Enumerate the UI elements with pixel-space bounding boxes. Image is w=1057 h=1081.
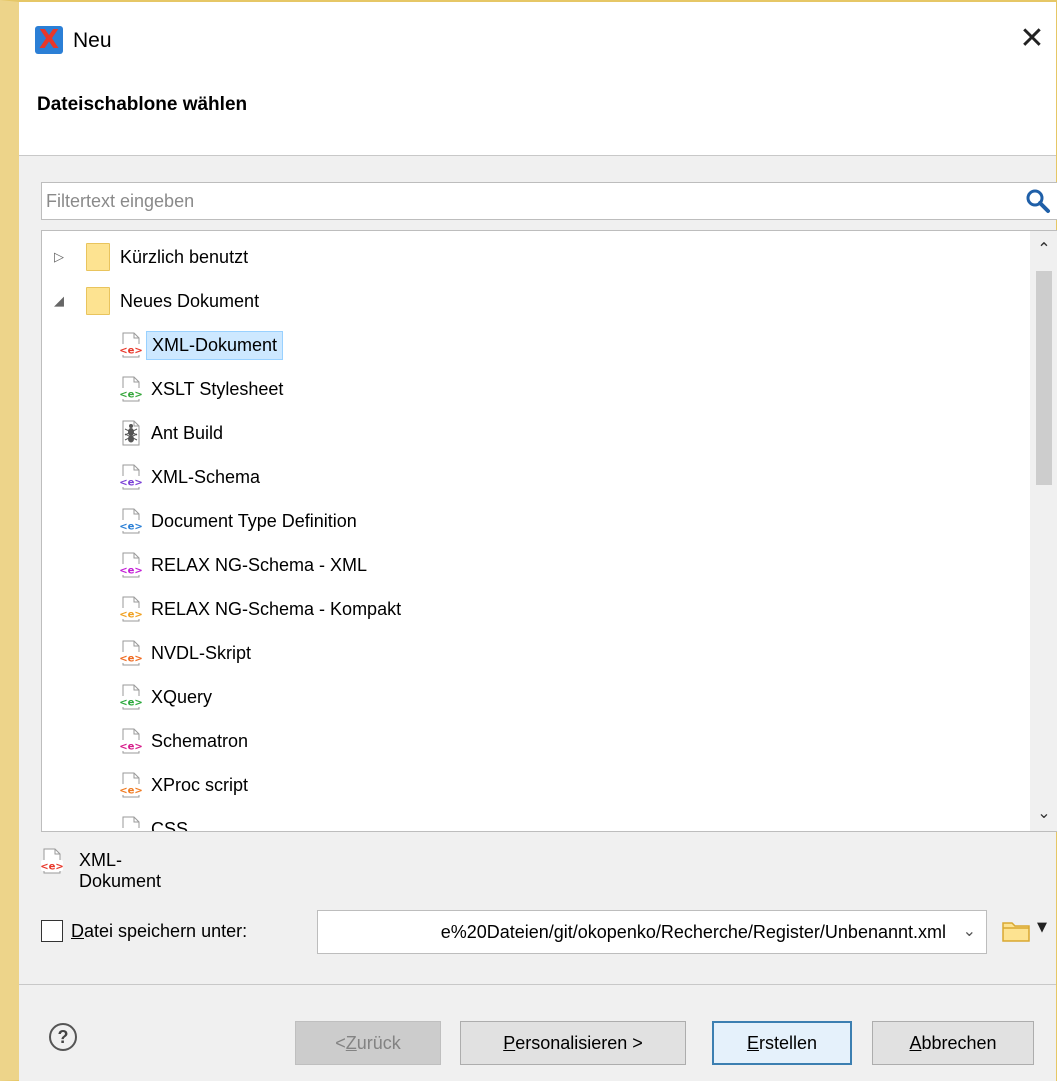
preview-label: XML-Dokument (79, 850, 162, 891)
svg-text:<e>: <e> (120, 566, 142, 577)
xquery-icon: <e> (120, 684, 142, 710)
tree-item-label: RELAX NG-Schema - XML (151, 554, 368, 575)
browse-dropdown-icon[interactable]: ▼ (1037, 920, 1047, 935)
save-path-value[interactable]: e%20Dateien/git/okopenko/Recherche/Regis… (441, 922, 946, 943)
svg-text:<e>: <e> (120, 346, 142, 357)
svg-text:<e>: <e> (120, 610, 142, 621)
help-icon[interactable]: ? (49, 1023, 77, 1051)
tree-item-label: XML-Schema (151, 466, 261, 487)
css-icon: <e> (120, 816, 142, 833)
tree-content: ▷ Kürzlich benutzt ◢ Neues Dokument <e> X… (42, 231, 1030, 831)
tree-item-label: XML-Dokument (146, 330, 284, 360)
save-as-label[interactable]: Datei speichern unter: (71, 921, 247, 942)
expand-arrow-icon[interactable]: ▷ (54, 250, 68, 265)
svg-text:<e>: <e> (120, 698, 142, 709)
dialog-footer: ? < Zurück Personalisieren > Erstellen A… (19, 984, 1056, 1081)
collapse-arrow-icon[interactable]: ◢ (54, 294, 68, 309)
page-title: Dateischablone wählen (37, 94, 248, 115)
svg-text:<e>: <e> (41, 862, 63, 873)
xml-schema-icon: <e> (120, 464, 142, 490)
svg-text:<e>: <e> (120, 522, 142, 533)
filter-box (41, 182, 1057, 220)
folder-label: Neues Dokument (120, 290, 260, 311)
tree-item-label: CSS (151, 818, 189, 832)
xml-document-icon: <e> (120, 332, 142, 358)
cancel-button[interactable]: Abbrechen (872, 1021, 1034, 1065)
search-icon[interactable] (1024, 187, 1052, 215)
oxygen-app-icon: X (35, 26, 63, 54)
svg-text:<e>: <e> (120, 786, 142, 797)
tree-item-label: XSLT Stylesheet (151, 378, 284, 399)
folder-label: Kürzlich benutzt (120, 246, 249, 267)
tree-item-label: RELAX NG-Schema - Kompakt (151, 598, 402, 619)
svg-text:<e>: <e> (120, 742, 142, 753)
folder-icon (86, 243, 110, 271)
folder-icon (86, 287, 110, 315)
tree-item-label: Document Type Definition (151, 510, 357, 531)
xml-document-icon: <e> (41, 848, 63, 874)
relaxng-xml-icon: <e> (120, 552, 142, 578)
tree-item-label: Ant Build (151, 422, 224, 443)
personalize-button[interactable]: Personalisieren > (460, 1021, 686, 1065)
xproc-icon: <e> (120, 772, 142, 798)
tree-item-label: XQuery (151, 686, 213, 707)
back-button[interactable]: < Zurück (295, 1021, 441, 1065)
filter-input[interactable] (46, 186, 986, 216)
dtd-icon: <e> (120, 508, 142, 534)
browse-folder-icon[interactable] (1001, 918, 1031, 944)
svg-text:<e>: <e> (120, 390, 142, 401)
ant-icon (122, 420, 140, 446)
chevron-down-icon[interactable]: ⌄ (963, 921, 976, 940)
window-title: Neu (73, 29, 112, 52)
tree-scrollbar[interactable]: ⌃ ⌄ (1030, 231, 1057, 831)
tree-item-label: Schematron (151, 730, 249, 751)
template-tree[interactable]: ▷ Kürzlich benutzt ◢ Neues Dokument <e> X… (41, 230, 1057, 832)
save-path-combobox[interactable]: e%20Dateien/git/okopenko/Recherche/Regis… (317, 910, 987, 954)
nvdl-icon: <e> (120, 640, 142, 666)
svg-text:<e>: <e> (120, 830, 142, 833)
tree-item-label: NVDL-Skript (151, 642, 252, 663)
scroll-down-icon[interactable]: ⌄ (1030, 799, 1057, 827)
scroll-up-icon[interactable]: ⌃ (1030, 235, 1057, 263)
svg-text:<e>: <e> (120, 654, 142, 665)
svg-text:<e>: <e> (120, 478, 142, 489)
schematron-icon: <e> (120, 728, 142, 754)
close-icon[interactable]: ✕ (1012, 20, 1052, 60)
new-file-dialog: X Neu ✕ Dateischablone wählen ▷ Kürzlich… (0, 0, 1057, 1081)
relaxng-compact-icon: <e> (120, 596, 142, 622)
save-location-row: Datei speichern unter: e%20Dateien/git/o… (41, 910, 1057, 954)
xslt-icon: <e> (120, 376, 142, 402)
save-as-checkbox[interactable] (41, 920, 63, 942)
dialog-header: Dateischablone wählen (19, 82, 1056, 156)
create-button[interactable]: Erstellen (712, 1021, 852, 1065)
title-bar: X Neu ✕ (19, 2, 1056, 82)
tree-item-label: XProc script (151, 774, 249, 795)
scroll-thumb[interactable] (1036, 271, 1052, 485)
